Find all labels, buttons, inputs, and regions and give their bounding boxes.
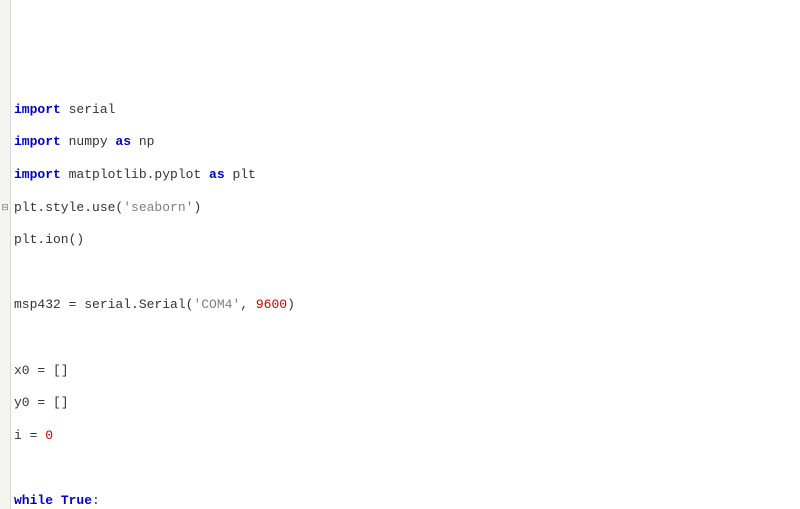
code-line: import serial <box>14 102 800 118</box>
keyword: import <box>14 167 61 182</box>
code-line: y0 = [] <box>14 395 800 411</box>
code-line: i = 0 <box>14 428 800 444</box>
keyword: import <box>14 134 61 149</box>
keyword: as <box>115 134 131 149</box>
keyword: import <box>14 102 61 117</box>
number: 0 <box>45 428 53 443</box>
code-line <box>14 460 800 476</box>
code-line: import matplotlib.pyplot as plt <box>14 167 800 183</box>
code-line: import numpy as np <box>14 134 800 150</box>
code-line <box>14 265 800 281</box>
code-line: while True: <box>14 493 800 509</box>
code-line: plt.ion() <box>14 232 800 248</box>
code-block: import serial import numpy as np import … <box>14 85 800 509</box>
boolean: True <box>61 493 92 508</box>
string: 'seaborn' <box>123 200 193 215</box>
code-line: plt.style.use('seaborn') <box>14 200 800 216</box>
number: 9600 <box>256 297 287 312</box>
code-editor: ⊟ import serial import numpy as np impor… <box>0 0 800 509</box>
code-line <box>14 330 800 346</box>
fold-marker[interactable]: ⊟ <box>1 200 9 216</box>
gutter <box>0 0 11 509</box>
string: 'COM4' <box>193 297 240 312</box>
code-line: x0 = [] <box>14 363 800 379</box>
code-line: msp432 = serial.Serial('COM4', 9600) <box>14 297 800 313</box>
keyword: as <box>209 167 225 182</box>
keyword: while <box>14 493 53 508</box>
